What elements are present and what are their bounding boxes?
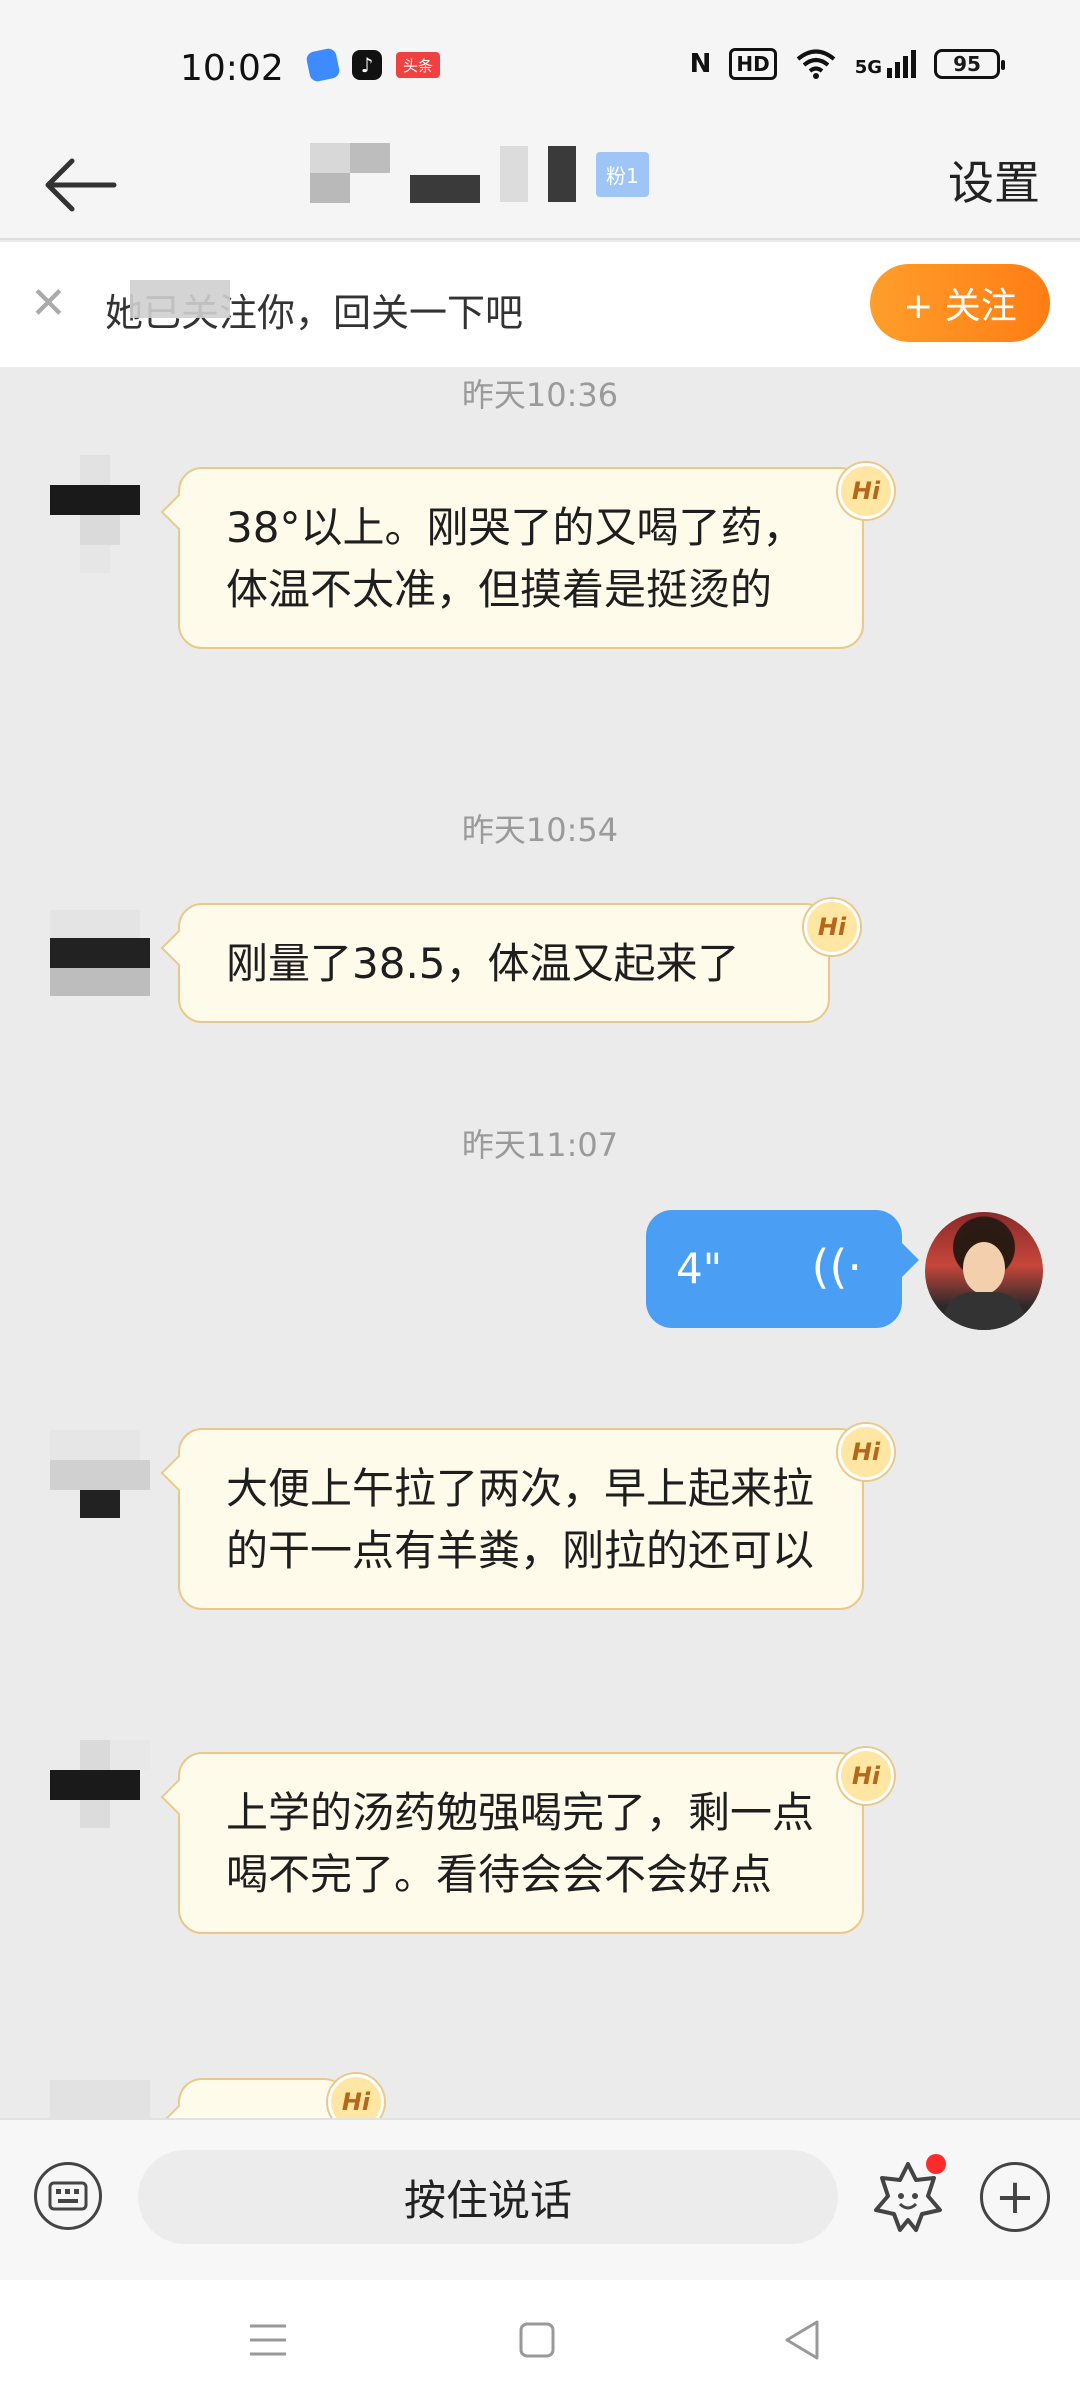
avatar[interactable] [30,455,150,575]
voice-wave-icon: ((· [811,1240,862,1294]
home-nav-button[interactable] [497,2300,577,2380]
notification-dot [926,2154,946,2174]
message-timestamp: 昨天10:36 [461,376,619,414]
message-bubble-partial[interactable] [178,2078,348,2118]
avatar[interactable] [30,1430,150,1550]
my-avatar[interactable] [925,1212,1043,1330]
keyboard-glyph-icon [48,2181,88,2211]
follow-prompt: ✕ 她已关注你，回关一下吧 + 关注 [0,242,1080,367]
status-indicators: N HD 5G 95 [689,48,1005,80]
back-arrow-icon [45,158,117,212]
voice-message-bubble[interactable]: 4" ((· [646,1210,902,1328]
menu-nav-button[interactable] [228,2300,308,2380]
app-icon-blue [305,47,341,83]
avatar[interactable] [30,2080,150,2118]
back-button[interactable] [40,145,120,225]
message-timestamp: 昨天11:07 [461,1126,619,1164]
more-plus-button[interactable]: + [980,2162,1050,2232]
hold-to-talk-button[interactable]: 按住说话 [138,2150,838,2244]
fan-badge: 粉1 [596,151,649,197]
toutiao-icon: 头条 [396,52,440,78]
status-app-icons: ♪ 头条 [305,47,440,83]
status-bar: 10:02 ♪ 头条 N HD 5G 95 [0,0,1080,135]
status-time: 10:02 [180,48,284,89]
redaction-mask [130,280,230,318]
voice-duration: 4" [676,1244,723,1293]
tiktok-icon: ♪ [352,50,382,80]
close-icon[interactable]: ✕ [30,282,67,326]
message-bubble[interactable]: 刚量了38.5，体温又起来了 [178,903,830,1023]
nfc-icon: N [689,49,712,79]
hi-badge: Hi [838,1748,894,1804]
battery-icon: 95 [934,49,1005,79]
chat-title-redacted: 粉1 [310,143,770,205]
message-bubble[interactable]: 大便上午拉了两次，早上起来拉的干一点有羊粪，刚拉的还可以 [178,1428,864,1610]
message-bubble[interactable]: 上学的汤药勉强喝完了，剩一点喝不完了。看待会会不会好点 [178,1752,864,1934]
chat-header: 粉1 设置 [0,135,1080,240]
avatar[interactable] [30,1740,150,1860]
follow-button[interactable]: + 关注 [870,264,1050,342]
signal-icon: 5G [855,50,916,78]
hi-badge: Hi [804,899,860,955]
avatar[interactable] [30,910,150,1030]
menu-icon [250,2324,286,2356]
hi-badge: Hi [838,463,894,519]
hd-icon: HD [729,48,777,80]
back-triangle-icon [785,2320,819,2360]
message-timestamp: 昨天10:54 [461,811,619,849]
wifi-icon [796,49,835,79]
keyboard-icon[interactable] [34,2162,102,2230]
message-bubble[interactable]: 38°以上。刚哭了的又喝了药，体温不太准，但摸着是挺烫的 [178,467,864,649]
home-square-icon [519,2322,555,2358]
system-nav-bar [0,2280,1080,2400]
settings-button[interactable]: 设置 [948,147,1040,213]
input-bar: 按住说话 + [0,2118,1080,2280]
back-nav-button[interactable] [763,2300,843,2380]
hi-badge: Hi [838,1424,894,1480]
